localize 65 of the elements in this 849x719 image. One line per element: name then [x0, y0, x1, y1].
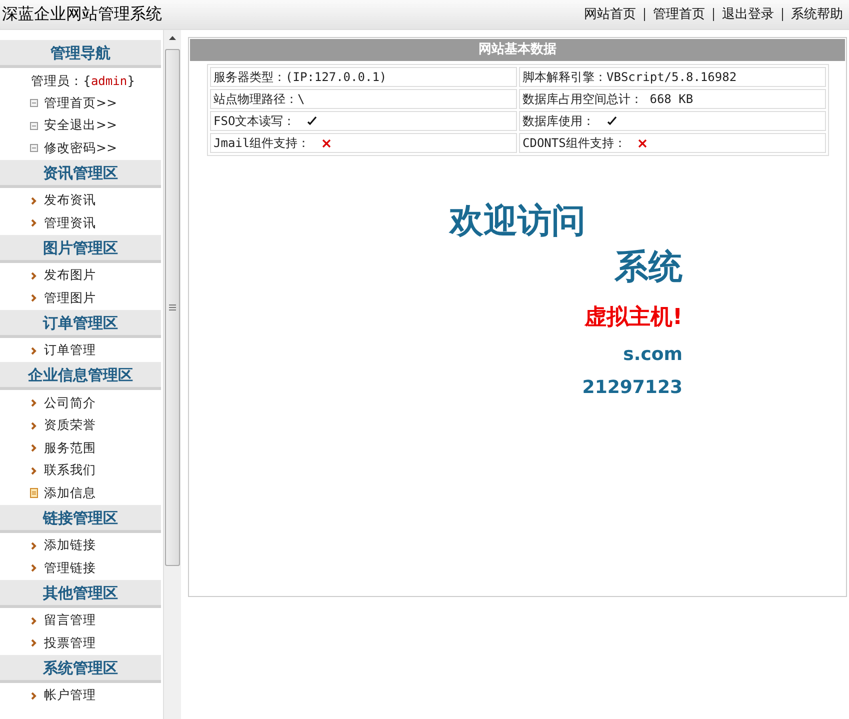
- table-cell: 脚本解释引擎：VBScript/5.8.16982: [518, 67, 826, 87]
- nav-link[interactable]: 公司简介: [0, 392, 161, 414]
- chevron-icon: [30, 346, 38, 356]
- nav-link[interactable]: 添加链接: [0, 534, 161, 557]
- header-link[interactable]: 退出登录: [713, 8, 782, 21]
- table-cell: 数据库使用：: [518, 111, 826, 131]
- chevron-icon: [30, 443, 38, 454]
- table-cell: 数据库占用空间总计： 668 KB: [518, 89, 826, 109]
- nav-link[interactable]: 资质荣誉: [0, 414, 161, 437]
- table-cell: CDONTS组件支持：: [518, 133, 826, 153]
- chevron-icon: [30, 563, 38, 574]
- nav-link[interactable]: 帐户管理: [0, 684, 161, 707]
- chevron-icon: [30, 638, 38, 648]
- section-header: 企业信息管理区: [0, 362, 161, 390]
- chevron-icon: [30, 196, 38, 206]
- section-header: 资讯管理区: [0, 160, 161, 188]
- nav-link[interactable]: 管理资讯: [0, 212, 161, 234]
- nav-link[interactable]: 修改密码>>: [0, 137, 161, 160]
- nav-link[interactable]: 发布图片: [0, 264, 161, 287]
- welcome-text: s.com: [623, 344, 682, 365]
- nav-link[interactable]: 投票管理: [0, 632, 161, 654]
- scrollbar-thumb[interactable]: [165, 49, 180, 566]
- table-cell: 站点物理路径：\: [210, 89, 516, 109]
- nav-link[interactable]: 添加信息: [0, 482, 161, 504]
- section-header: 链接管理区: [0, 504, 161, 532]
- nav-link[interactable]: 订单管理: [0, 340, 161, 362]
- square-icon: [30, 143, 38, 154]
- section-header: 图片管理区: [0, 234, 161, 262]
- welcome-text: 系统: [614, 246, 682, 289]
- header-link[interactable]: 管理首页: [644, 8, 713, 21]
- nav-link[interactable]: 留言管理: [0, 610, 161, 632]
- section-header: 订单管理区: [0, 310, 161, 338]
- chevron-icon: [30, 293, 38, 304]
- chevron-icon: [30, 616, 38, 626]
- section-header: 管理导航: [0, 40, 161, 68]
- nav-link[interactable]: 安全退出>>: [0, 114, 161, 137]
- nav-link[interactable]: 联系我们: [0, 460, 161, 482]
- section-header: 其他管理区: [0, 580, 161, 608]
- welcome-text: 21297123: [582, 377, 682, 398]
- square-icon: [30, 98, 38, 108]
- table-cell: Jmail组件支持：: [210, 133, 516, 153]
- chevron-icon: [30, 270, 38, 281]
- admin-label: 管理员：{admin}: [30, 72, 136, 90]
- table-cell: FSO文本读写：: [210, 111, 516, 131]
- chevron-icon: [30, 466, 38, 476]
- table-cell: 服务器类型：(IP:127.0.0.1): [210, 67, 516, 87]
- chevron-icon: [30, 690, 38, 701]
- nav-link[interactable]: 服务范围: [0, 437, 161, 460]
- welcome-text: 欢迎访问: [450, 200, 586, 243]
- section-header: 系统管理区: [0, 654, 161, 682]
- panel-title: 网站基本数据: [190, 39, 845, 61]
- chevron-icon: [30, 420, 38, 431]
- nav-link[interactable]: 管理图片: [0, 287, 161, 310]
- square-icon: [30, 120, 38, 131]
- header-link[interactable]: 系统帮助: [782, 8, 843, 21]
- nav-link[interactable]: 管理首页>>: [0, 92, 161, 114]
- site-title: 深蓝企业网站管理系统: [2, 4, 162, 25]
- welcome-text: 虚拟主机!: [584, 304, 682, 332]
- chevron-icon: [30, 398, 38, 408]
- chevron-icon: [30, 218, 38, 228]
- document-icon: [30, 488, 38, 498]
- nav-link[interactable]: 管理链接: [0, 557, 161, 580]
- header-link[interactable]: 网站首页: [576, 8, 644, 21]
- nav-link[interactable]: 发布资讯: [0, 190, 161, 212]
- chevron-icon: [30, 540, 38, 551]
